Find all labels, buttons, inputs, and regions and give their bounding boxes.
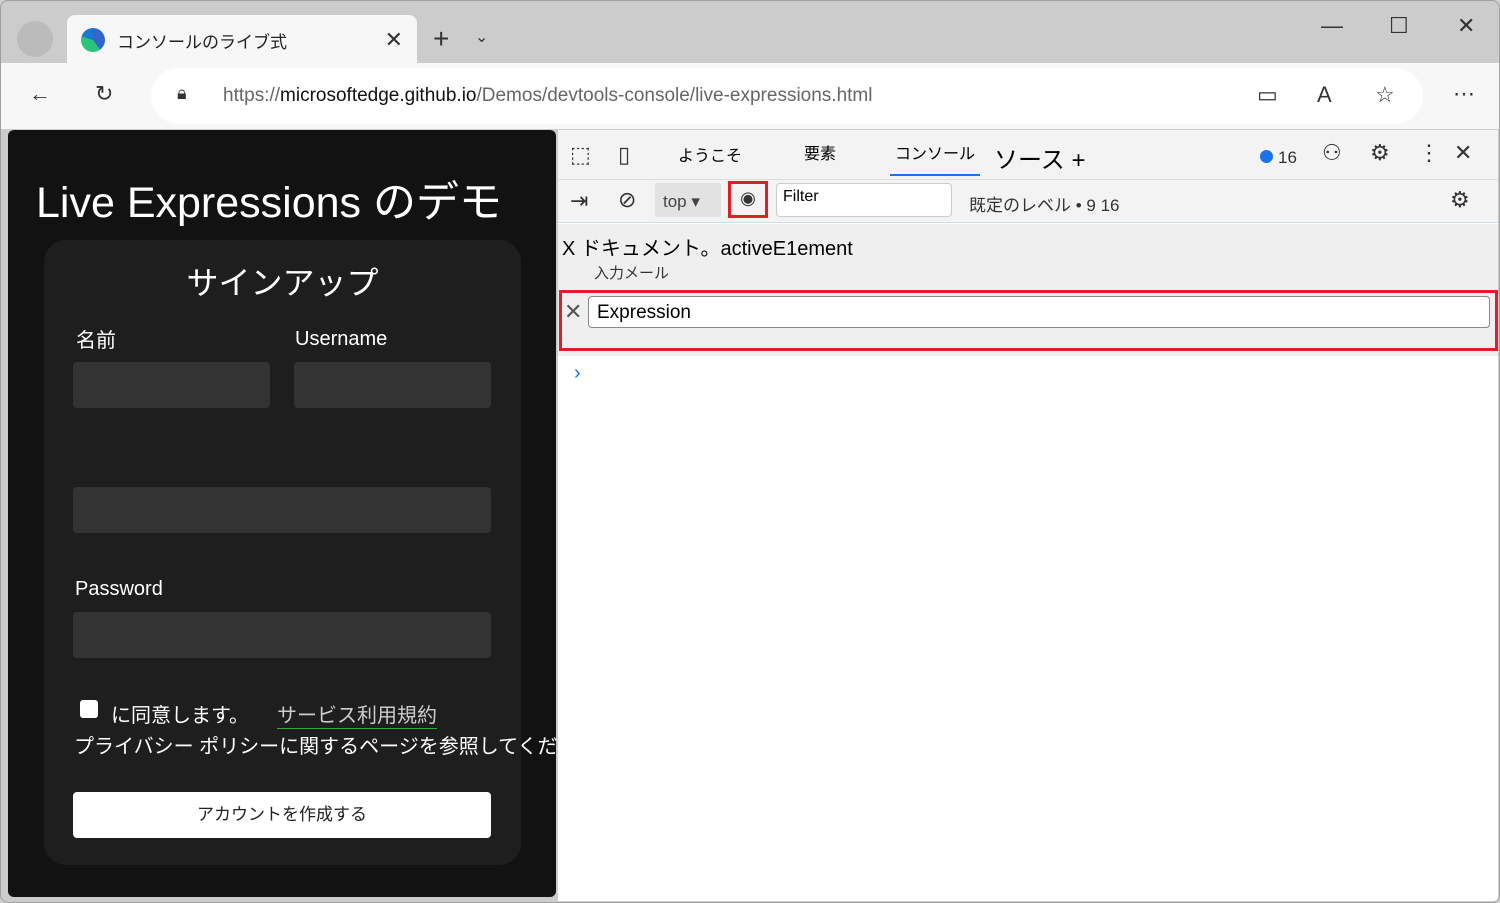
username-input[interactable] bbox=[294, 362, 491, 408]
remove-expression-icon[interactable]: ✕ bbox=[564, 299, 582, 325]
page-heading: Live Expressions のデモ bbox=[36, 179, 502, 227]
tab-console[interactable]: コンソール bbox=[890, 130, 980, 176]
live-expressions-area: X ドキュメント。activeE1ement 入力メール ✕ Expressio… bbox=[558, 224, 1498, 356]
nav-bar: ← ↻ 🔒︎ https://microsoftedge.github.io/D… bbox=[1, 63, 1499, 129]
tab-list-chevron-icon[interactable]: ⌄ bbox=[475, 27, 488, 47]
agree-text: に同意します。 bbox=[111, 705, 249, 727]
profile-avatar[interactable] bbox=[17, 21, 53, 57]
clear-console-icon[interactable]: ⊘ bbox=[618, 187, 636, 213]
name-label: 名前 bbox=[76, 330, 116, 352]
address-bar[interactable]: 🔒︎ https://microsoftedge.github.io/Demos… bbox=[151, 68, 1423, 124]
context-select[interactable]: top ▾ bbox=[655, 183, 721, 217]
privacy-text: プライバシー ポリシーに関するページを参照してください bbox=[74, 736, 598, 758]
context-value: top bbox=[663, 192, 687, 211]
more-options-icon[interactable]: ⋮ bbox=[1418, 140, 1440, 166]
read-aloud-icon[interactable]: A bbox=[1317, 82, 1332, 108]
log-levels-dropdown[interactable]: 既定のレベル • 9 16 bbox=[969, 191, 1120, 216]
url-path: /Demos/devtools-console/live-expressions… bbox=[476, 85, 873, 106]
signup-card: サインアップ 名前 Username Password に同意します。 サービス… bbox=[44, 240, 598, 865]
create-live-expression-eye-icon[interactable]: ◉ bbox=[728, 181, 768, 218]
console-settings-icon[interactable]: ⚙ bbox=[1450, 187, 1470, 213]
browser-tab[interactable]: コンソールのライブ式 ✕ bbox=[67, 15, 417, 65]
close-window-icon[interactable]: ✕ bbox=[1457, 13, 1475, 39]
console-prompt-chevron-icon[interactable]: › bbox=[574, 362, 581, 385]
collections-icon[interactable]: ▭ bbox=[1257, 82, 1278, 108]
tab-elements[interactable]: 要素 bbox=[804, 140, 836, 164]
new-expression-highlight: ✕ Expression bbox=[559, 290, 1498, 351]
filter-input[interactable]: Filter bbox=[776, 183, 952, 217]
url-host: microsoftedge.github.io bbox=[280, 85, 477, 106]
issues-count[interactable]: 16 bbox=[1278, 148, 1297, 168]
back-icon[interactable]: ← bbox=[29, 81, 51, 107]
username-label: Username bbox=[295, 328, 388, 350]
settings-icon[interactable]: ⚙ bbox=[1370, 140, 1390, 166]
maximize-icon[interactable]: ☐ bbox=[1389, 13, 1409, 39]
feedback-icon[interactable]: ⚇ bbox=[1322, 140, 1342, 166]
favorite-star-icon[interactable]: ☆ bbox=[1375, 82, 1395, 108]
inspect-icon[interactable]: ⬚ bbox=[570, 142, 591, 168]
issues-icon[interactable] bbox=[1260, 150, 1273, 163]
console-toolbar: ⇥ ⊘ top ▾ ◉ Filter 既定のレベル • 9 16 ⚙ bbox=[558, 180, 1498, 223]
live-expression-1[interactable]: X ドキュメント。activeE1ement bbox=[562, 232, 853, 261]
terms-link[interactable]: サービス利用規約 bbox=[277, 699, 437, 729]
devtools-panel: ⬚ ▯ ようこそ 要素 コンソール ソース + 16 ⚇ ⚙ ⋮ ✕ ⇥ ⊘ t… bbox=[558, 130, 1498, 901]
device-emulation-icon[interactable]: ▯ bbox=[618, 142, 630, 168]
browser-window: コンソールのライブ式 ✕ + ⌄ — ☐ ✕ ← ↻ 🔒︎ https://mi… bbox=[0, 0, 1500, 903]
tab-title: コンソールのライブ式 bbox=[117, 32, 287, 52]
email-input[interactable] bbox=[73, 487, 491, 533]
sidebar-toggle-icon[interactable]: ⇥ bbox=[570, 188, 588, 214]
minimize-icon[interactable]: — bbox=[1321, 13, 1343, 39]
url-prefix: https:// bbox=[223, 85, 281, 106]
more-menu-icon[interactable]: ⋯ bbox=[1453, 81, 1475, 107]
tab-welcome[interactable]: ようこそ bbox=[678, 142, 742, 166]
agree-checkbox[interactable] bbox=[80, 700, 98, 718]
create-account-button[interactable]: アカウントを作成する bbox=[73, 792, 491, 838]
new-tab-icon[interactable]: + bbox=[433, 23, 449, 55]
name-input[interactable] bbox=[73, 362, 270, 408]
tab-sources[interactable]: ソース + bbox=[994, 140, 1085, 175]
close-devtools-icon[interactable]: ✕ bbox=[1454, 140, 1472, 166]
lock-icon: 🔒︎ bbox=[177, 83, 187, 103]
card-title: サインアップ bbox=[186, 265, 379, 301]
web-page: Live Expressions のデモ サインアップ 名前 Username … bbox=[8, 130, 598, 897]
expression-input[interactable]: Expression bbox=[588, 296, 1490, 328]
edge-icon bbox=[81, 28, 105, 52]
close-tab-icon[interactable]: ✕ bbox=[385, 27, 403, 53]
password-input[interactable] bbox=[73, 612, 491, 658]
devtools-tabs: ⬚ ▯ ようこそ 要素 コンソール ソース + 16 ⚇ ⚙ ⋮ ✕ bbox=[558, 130, 1498, 180]
refresh-icon[interactable]: ↻ bbox=[95, 81, 113, 107]
password-label: Password bbox=[75, 578, 163, 600]
live-expression-1-value: 入力メール bbox=[594, 265, 670, 282]
